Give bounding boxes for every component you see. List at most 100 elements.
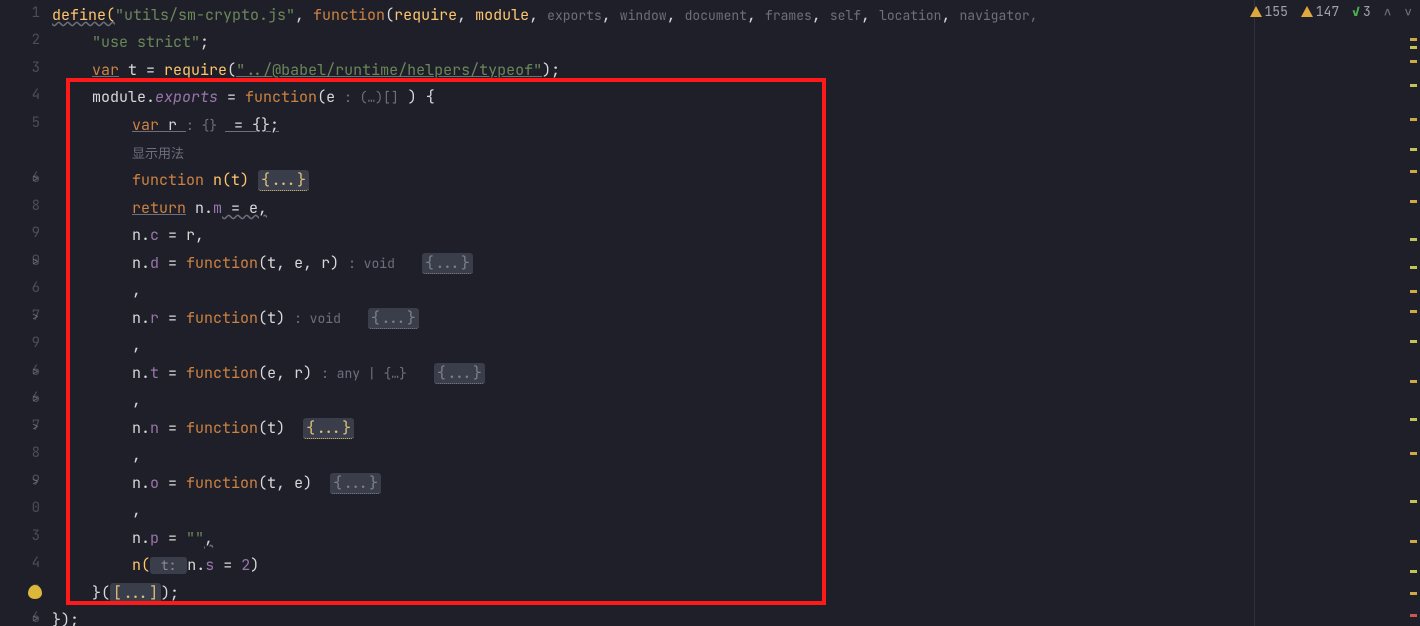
fold-toggle-icon[interactable]: > xyxy=(32,310,39,324)
warning-count[interactable]: 155 xyxy=(1250,3,1288,20)
code-line[interactable]: var r : {} = {}; xyxy=(52,112,1420,140)
token: , xyxy=(667,5,685,25)
token: n( xyxy=(132,555,150,575)
fold-toggle-icon[interactable]: > xyxy=(32,420,39,434)
code-line[interactable]: , xyxy=(52,497,1420,525)
code-line[interactable]: var t = require("../@babel/runtime/helpe… xyxy=(52,57,1420,85)
token: n. xyxy=(187,555,205,575)
inspections-widget[interactable]: 155 147 3 ∧ ∨ xyxy=(1245,3,1413,20)
error-stripe-scrollbar[interactable] xyxy=(1407,0,1417,626)
code-line[interactable]: define("utils/sm-crypto.js", function(re… xyxy=(52,2,1420,30)
ok-count[interactable]: 3 xyxy=(1352,3,1371,20)
folded-block[interactable]: {...} xyxy=(303,418,354,439)
fold-toggle-icon[interactable]: > xyxy=(32,255,39,269)
code-area[interactable]: define("utils/sm-crypto.js", function(re… xyxy=(52,0,1420,626)
weak-warning-mark-icon[interactable] xyxy=(1410,570,1417,573)
weak-warning-mark-icon[interactable] xyxy=(1410,418,1417,421)
fold-toggle-icon[interactable]: > xyxy=(32,392,39,406)
token: (e xyxy=(317,87,344,107)
token: , xyxy=(132,280,141,300)
token: self xyxy=(830,7,861,24)
token: function xyxy=(245,87,317,107)
code-line[interactable]: "use strict"; xyxy=(52,29,1420,57)
code-editor[interactable]: 1 2 3 4 5 6 8 9 0 6 7 9 6 6 7 8 9 0 3 4 … xyxy=(0,0,1420,626)
code-line[interactable]: n.d = function(t, e, r) : void {...} xyxy=(52,250,1420,278)
token: (t) xyxy=(258,308,294,328)
token: (t, e) xyxy=(258,473,321,493)
code-line[interactable]: , xyxy=(52,442,1420,470)
fold-toggle-icon[interactable]: > xyxy=(32,365,39,379)
token: function xyxy=(186,473,258,493)
code-line[interactable]: }); xyxy=(52,607,1420,626)
token: function xyxy=(186,363,258,383)
token: (t) xyxy=(258,418,294,438)
code-line[interactable]: n.o = function(t, e) {...} xyxy=(52,470,1420,498)
token: , xyxy=(204,528,213,548)
warning-count[interactable]: 147 xyxy=(1301,3,1339,20)
token: 2 xyxy=(241,555,250,575)
code-line[interactable]: n.r = function(t) : void {...} xyxy=(52,305,1420,333)
code-line[interactable]: 显示用法 xyxy=(52,140,1420,168)
warning-mark-icon[interactable] xyxy=(1410,200,1417,203)
warning-mark-icon[interactable] xyxy=(1410,540,1417,543)
token: function xyxy=(313,5,385,25)
code-line[interactable]: n.p = "", xyxy=(52,525,1420,553)
warning-mark-icon[interactable] xyxy=(1410,592,1417,595)
warning-mark-icon[interactable] xyxy=(1410,118,1417,121)
weak-warning-mark-icon[interactable] xyxy=(1410,46,1417,49)
token: = xyxy=(214,555,241,575)
folded-block[interactable]: {...} xyxy=(422,253,473,274)
chevron-up-icon[interactable]: ∧ xyxy=(1384,3,1392,20)
warning-mark-icon[interactable] xyxy=(1410,60,1417,63)
weak-warning-mark-icon[interactable] xyxy=(1410,84,1417,87)
token: ; xyxy=(200,32,209,52)
token: , xyxy=(132,390,141,410)
token: n. xyxy=(132,473,150,493)
folded-block[interactable]: {...} xyxy=(258,170,309,191)
code-line[interactable]: n.n = function(t) {...} xyxy=(52,415,1420,443)
warning-mark-icon[interactable] xyxy=(1410,170,1417,173)
fold-toggle-icon[interactable]: > xyxy=(32,172,39,186)
code-line[interactable]: n.t = function(e, r) : any | {…} {...} xyxy=(52,360,1420,388)
token: = {}; xyxy=(225,115,279,135)
token: , xyxy=(132,500,141,520)
weak-warning-mark-icon[interactable] xyxy=(1410,148,1417,151)
folded-block[interactable]: {...} xyxy=(330,473,381,494)
token: , xyxy=(602,5,620,25)
error-mark-icon[interactable] xyxy=(1410,614,1417,617)
code-line[interactable]: return n.m = e, xyxy=(52,195,1420,223)
token: function xyxy=(132,170,204,190)
folded-block[interactable]: {...} xyxy=(368,308,419,329)
code-line[interactable]: , xyxy=(52,277,1420,305)
intention-bulb-icon[interactable] xyxy=(28,585,42,599)
warning-mark-icon[interactable] xyxy=(1410,380,1417,383)
fold-toggle-icon[interactable]: > xyxy=(32,475,39,489)
token: o xyxy=(150,473,159,493)
weak-warning-mark-icon[interactable] xyxy=(1410,238,1417,241)
token: n(t) xyxy=(204,170,258,190)
code-line[interactable]: }([...]); xyxy=(52,580,1420,608)
folded-block[interactable]: [...] xyxy=(110,583,161,604)
code-line[interactable]: module.exports = function(e : (…)[] ) { xyxy=(52,84,1420,112)
token: s xyxy=(205,555,214,575)
weak-warning-mark-icon[interactable] xyxy=(1410,266,1417,269)
code-line[interactable]: n.c = r, xyxy=(52,222,1420,250)
code-line[interactable]: , xyxy=(52,332,1420,360)
token: ); xyxy=(542,60,560,80)
token: , xyxy=(812,5,830,25)
usages-hint[interactable]: 显示用法 xyxy=(132,145,184,162)
weak-warning-mark-icon[interactable] xyxy=(1410,340,1417,343)
code-line[interactable]: function n(t) {...} xyxy=(52,167,1420,195)
warning-mark-icon[interactable] xyxy=(1410,310,1417,313)
weak-warning-mark-icon[interactable] xyxy=(1410,500,1417,503)
code-line[interactable]: , xyxy=(52,387,1420,415)
token: , xyxy=(941,5,959,25)
token: function xyxy=(186,253,258,273)
folded-block[interactable]: {...} xyxy=(434,363,485,384)
token: = xyxy=(159,418,186,438)
warning-mark-icon[interactable] xyxy=(1410,290,1417,293)
fold-toggle-icon[interactable]: > xyxy=(32,612,39,626)
warning-mark-icon[interactable] xyxy=(1410,452,1417,455)
warning-mark-icon[interactable] xyxy=(1410,38,1417,41)
code-line[interactable]: n( t: n.s = 2) xyxy=(52,552,1420,580)
